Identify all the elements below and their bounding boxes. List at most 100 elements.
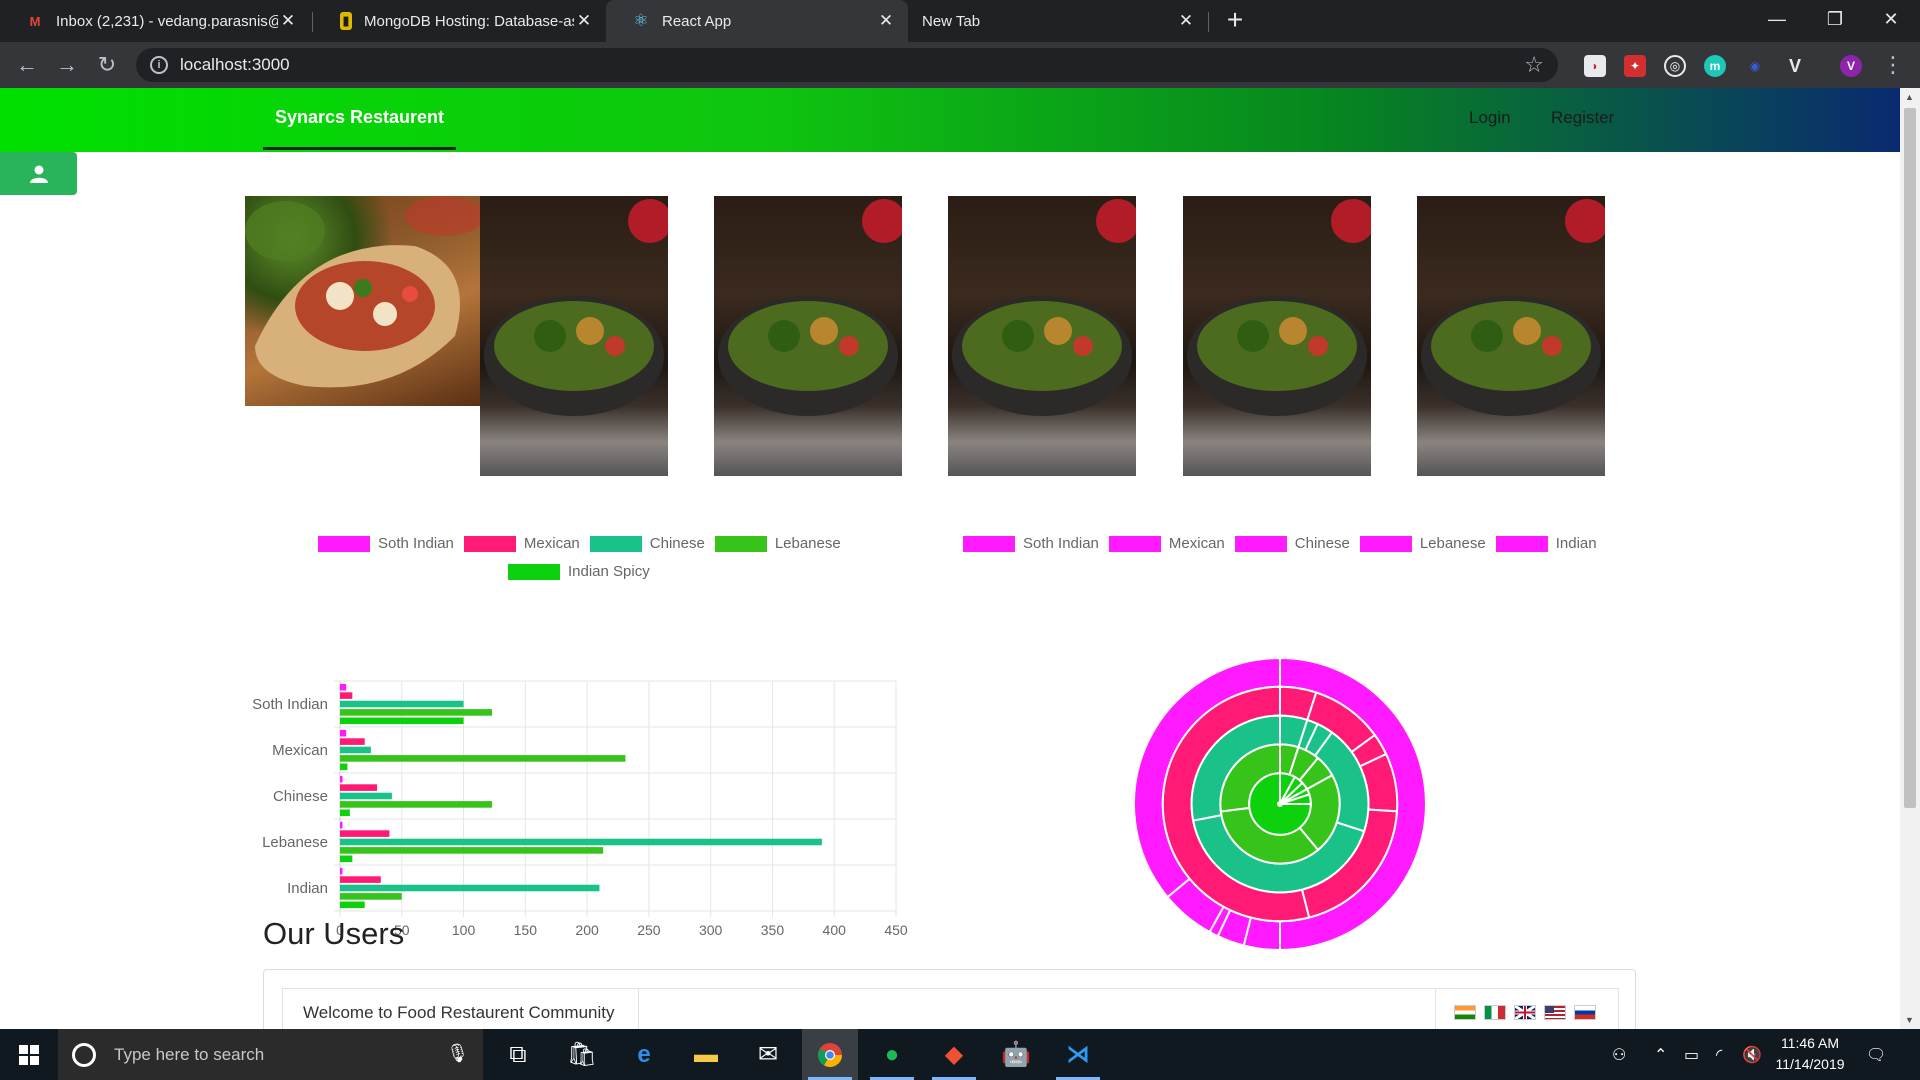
- legend-swatch: [714, 535, 767, 552]
- legend-row: Soth Indian Mexican Chinese Lebanese Indian: [963, 535, 1597, 552]
- bar[interactable]: [340, 755, 626, 762]
- chrome-icon[interactable]: [802, 1029, 858, 1080]
- mail-icon[interactable]: ✉: [740, 1029, 796, 1080]
- bar[interactable]: [340, 801, 492, 808]
- windows-start-icon[interactable]: [0, 1029, 58, 1080]
- address-bar[interactable]: i localhost:3000 ☆: [136, 48, 1558, 82]
- spotify-icon[interactable]: ●: [864, 1029, 920, 1080]
- cortana-icon[interactable]: [72, 1042, 96, 1067]
- teal-extension-icon[interactable]: m: [1704, 55, 1726, 77]
- profile-avatar[interactable]: V: [1840, 55, 1862, 77]
- close-icon[interactable]: ✕: [278, 11, 298, 31]
- action-center-icon[interactable]: 🗨: [1866, 1045, 1886, 1065]
- bar[interactable]: [340, 847, 604, 854]
- uk-flag-icon[interactable]: [1514, 1005, 1536, 1020]
- extension-red-icon[interactable]: ✦: [1624, 55, 1646, 77]
- android-studio-icon[interactable]: 🤖: [988, 1029, 1044, 1080]
- back-arrow-icon[interactable]: ←: [12, 50, 42, 80]
- brand-link[interactable]: Synarcs Restaurent: [263, 88, 456, 150]
- new-tab-plus-icon[interactable]: +: [1220, 6, 1250, 36]
- legend-item[interactable]: Chinese: [589, 535, 705, 552]
- battery-icon[interactable]: ▭: [1684, 1045, 1699, 1065]
- taskbar-clock[interactable]: 11:46 AM 11/14/2019: [1760, 1033, 1860, 1075]
- bar[interactable]: [340, 763, 348, 771]
- italy-flag-icon[interactable]: [1484, 1005, 1506, 1020]
- legend-item[interactable]: Soth Indian: [963, 535, 1099, 552]
- legend-item[interactable]: Indian Spicy: [508, 563, 650, 580]
- bar[interactable]: [340, 876, 381, 883]
- bar[interactable]: [340, 821, 343, 829]
- login-link[interactable]: Login: [1469, 108, 1511, 128]
- bar[interactable]: [340, 692, 353, 699]
- window-close-icon[interactable]: ✕: [1862, 0, 1920, 38]
- store-icon[interactable]: 🛍: [554, 1029, 610, 1080]
- bar[interactable]: [340, 709, 492, 716]
- scrollbar-thumb[interactable]: [1904, 108, 1916, 808]
- bar[interactable]: [340, 855, 353, 863]
- bar[interactable]: [340, 830, 390, 837]
- bar[interactable]: [340, 683, 347, 691]
- scroll-down-icon[interactable]: ▼: [1905, 1015, 1914, 1025]
- menu-kebab-icon[interactable]: ⋮: [1878, 50, 1908, 80]
- site-info-icon[interactable]: i: [150, 56, 168, 74]
- bar[interactable]: [340, 792, 392, 800]
- legend-item[interactable]: Chinese: [1234, 535, 1350, 552]
- tab-gmail[interactable]: M Inbox (2,231) - vedang.parasnis@ ✕: [0, 0, 310, 42]
- legend-item[interactable]: Lebanese: [1359, 535, 1486, 552]
- legend-item[interactable]: Soth Indian: [318, 535, 454, 552]
- bar[interactable]: [340, 838, 822, 846]
- task-view-icon[interactable]: ⧉: [490, 1029, 546, 1080]
- india-flag-icon[interactable]: [1454, 1005, 1476, 1020]
- bookmark-star-icon[interactable]: ☆: [1524, 52, 1544, 78]
- blue-extension-icon[interactable]: ◉: [1744, 55, 1766, 77]
- minimize-icon[interactable]: —: [1748, 0, 1806, 38]
- bar[interactable]: [340, 746, 371, 754]
- show-hidden-icons[interactable]: ⌃: [1654, 1045, 1667, 1065]
- tab-mongodb[interactable]: ▮ MongoDB Hosting: Database-as- ✕: [314, 0, 606, 42]
- bar[interactable]: [340, 867, 343, 875]
- bar[interactable]: [340, 700, 464, 708]
- reload-icon[interactable]: ↻: [92, 50, 122, 80]
- usa-flag-icon[interactable]: [1544, 1005, 1566, 1020]
- edge-icon[interactable]: e: [616, 1029, 672, 1080]
- taskbar-search-box[interactable]: Type here to search 🎙: [58, 1029, 483, 1080]
- page-scrollbar[interactable]: ▲ ▼: [1900, 88, 1920, 1029]
- user-profile-button[interactable]: [0, 152, 77, 195]
- bar[interactable]: [340, 729, 347, 737]
- wifi-icon[interactable]: ◜: [1716, 1045, 1722, 1065]
- pocket-extension-icon[interactable]: ◗: [1584, 55, 1606, 77]
- legend-item[interactable]: Mexican: [463, 535, 580, 552]
- target-extension-icon[interactable]: ◎: [1664, 55, 1686, 77]
- git-icon[interactable]: ◆: [926, 1029, 982, 1080]
- clock-time: 11:46 AM: [1780, 1035, 1840, 1051]
- people-icon[interactable]: ⚇: [1612, 1045, 1626, 1065]
- tab-new-tab[interactable]: New Tab ✕: [908, 0, 1208, 42]
- bar[interactable]: [340, 717, 464, 725]
- scroll-up-icon[interactable]: ▲: [1905, 92, 1914, 102]
- bar[interactable]: [340, 738, 365, 745]
- close-icon[interactable]: ✕: [876, 11, 896, 31]
- vuejs-extension-icon[interactable]: V: [1784, 55, 1806, 77]
- bar[interactable]: [340, 775, 343, 783]
- volume-muted-icon[interactable]: 🔇: [1742, 1045, 1762, 1065]
- burrito-illustration: [245, 196, 480, 388]
- legend-item[interactable]: Mexican: [1108, 535, 1225, 552]
- file-explorer-icon[interactable]: ▬: [678, 1029, 734, 1080]
- close-icon[interactable]: ✕: [574, 11, 594, 31]
- bar[interactable]: [340, 901, 365, 909]
- russia-flag-icon[interactable]: [1574, 1005, 1596, 1020]
- bar[interactable]: [340, 809, 350, 817]
- forward-arrow-icon[interactable]: →: [52, 50, 82, 80]
- bar[interactable]: [340, 784, 378, 791]
- vscode-icon[interactable]: ⋊: [1050, 1029, 1106, 1080]
- close-icon[interactable]: ✕: [1176, 11, 1196, 31]
- legend-item[interactable]: Lebanese: [714, 535, 841, 552]
- legend-item[interactable]: Indian: [1495, 535, 1597, 552]
- restore-icon[interactable]: ❐: [1806, 0, 1864, 38]
- bar[interactable]: [340, 884, 600, 892]
- microphone-icon[interactable]: 🎙: [446, 1043, 469, 1064]
- tab-react-app[interactable]: ⚛ React App ✕: [606, 0, 908, 42]
- bar[interactable]: [340, 893, 402, 900]
- register-link[interactable]: Register: [1551, 108, 1614, 128]
- salad-bowl-illustration: [484, 199, 668, 416]
